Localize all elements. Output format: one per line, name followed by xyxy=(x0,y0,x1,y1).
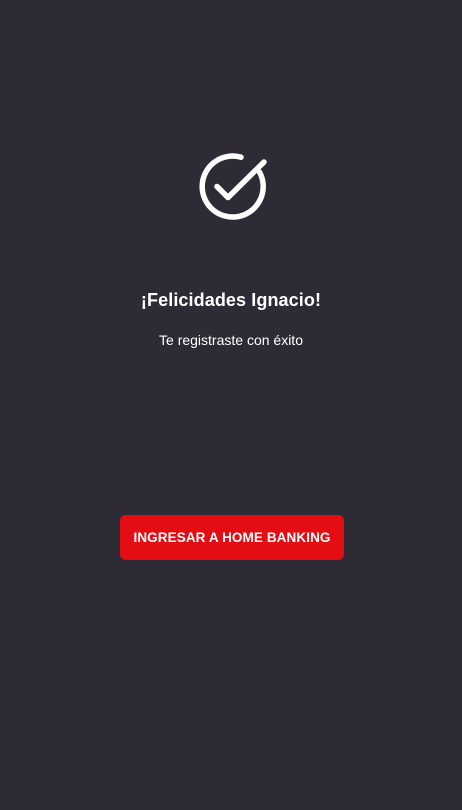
registration-success-screen: ¡Felicidades Ignacio! Te registraste con… xyxy=(0,0,462,810)
enter-home-banking-label: INGRESAR A HOME BANKING xyxy=(133,530,331,545)
success-subtitle: Te registraste con éxito xyxy=(159,332,303,348)
check-circle-icon xyxy=(197,150,269,222)
enter-home-banking-button[interactable]: INGRESAR A HOME BANKING xyxy=(120,515,344,560)
success-title: ¡Felicidades Ignacio! xyxy=(140,290,322,310)
